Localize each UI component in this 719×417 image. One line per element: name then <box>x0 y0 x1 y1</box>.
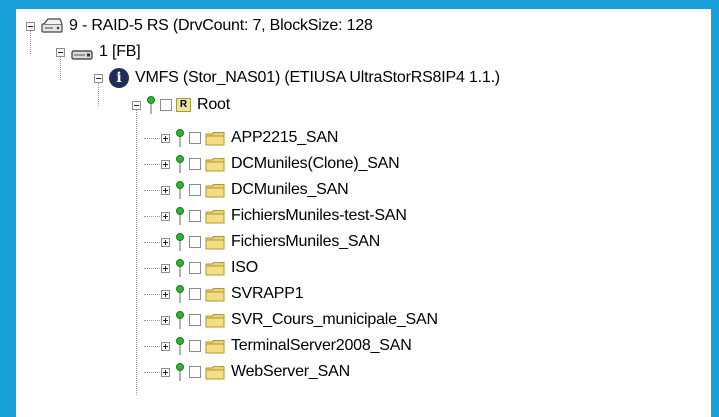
expand-toggle[interactable] <box>161 211 170 221</box>
folder-node[interactable]: SVR_Cours_municipale_SAN <box>161 307 438 333</box>
folder-icon <box>205 313 225 328</box>
folder-checkbox[interactable] <box>189 184 201 196</box>
tree-node-raid[interactable]: 9 - RAID-5 RS (DrvCount: 7, BlockSize: 1… <box>26 13 373 39</box>
folder-label: FichiersMuniles-test-SAN <box>231 207 407 224</box>
folder-node[interactable]: WebServer_SAN <box>161 359 350 385</box>
expand-toggle[interactable] <box>161 341 170 351</box>
folder-node[interactable]: DCMuniles(Clone)_SAN <box>161 151 400 177</box>
expand-toggle[interactable] <box>161 315 170 325</box>
disk-icon <box>71 47 93 60</box>
folder-label: SVR_Cours_municipale_SAN <box>231 311 438 328</box>
pin-icon <box>174 363 188 381</box>
folder-checkbox[interactable] <box>189 314 201 326</box>
folder-checkbox[interactable] <box>189 262 201 274</box>
folder-checkbox[interactable] <box>189 288 201 300</box>
expand-toggle[interactable] <box>161 237 170 247</box>
folder-node[interactable]: APP2215_SAN <box>161 125 338 151</box>
folder-label: TerminalServer2008_SAN <box>231 337 412 354</box>
pin-icon <box>145 96 159 114</box>
pin-icon <box>174 155 188 173</box>
folder-checkbox[interactable] <box>189 340 201 352</box>
disk-label: 1 [FB] <box>99 43 141 60</box>
pin-icon <box>174 259 188 277</box>
root-checkbox[interactable] <box>160 99 172 111</box>
expand-toggle[interactable] <box>161 159 170 169</box>
folder-node[interactable]: ISO <box>161 255 258 281</box>
collapse-toggle[interactable] <box>132 100 141 110</box>
pin-icon <box>174 129 188 147</box>
folder-checkbox[interactable] <box>189 158 201 170</box>
collapse-toggle[interactable] <box>94 73 103 83</box>
pin-icon <box>174 181 188 199</box>
raid-icon <box>41 18 63 34</box>
folder-label: DCMuniles_SAN <box>231 181 349 198</box>
folder-node[interactable]: FichiersMuniles_SAN <box>161 229 380 255</box>
folder-icon <box>205 235 225 250</box>
folder-checkbox[interactable] <box>189 132 201 144</box>
tree-connector <box>144 372 160 373</box>
expand-toggle[interactable] <box>161 263 170 273</box>
tree-connector <box>144 268 160 269</box>
expand-toggle[interactable] <box>161 367 170 377</box>
tree-node-vmfs[interactable]: i VMFS (Stor_NAS01) (ETIUSA UltraStorRS8… <box>94 65 500 91</box>
accent-bar-top <box>0 0 719 9</box>
folder-icon <box>205 183 225 198</box>
root-label: Root <box>197 96 230 113</box>
volume-tree: 9 - RAID-5 RS (DrvCount: 7, BlockSize: 1… <box>16 9 711 417</box>
folder-icon <box>205 365 225 380</box>
tree-connector <box>144 216 160 217</box>
folder-checkbox[interactable] <box>189 210 201 222</box>
folder-node[interactable]: TerminalServer2008_SAN <box>161 333 412 359</box>
folder-icon <box>205 209 225 224</box>
folder-checkbox[interactable] <box>189 236 201 248</box>
info-icon: i <box>109 68 129 88</box>
tree-connector <box>144 294 160 295</box>
folder-node[interactable]: DCMuniles_SAN <box>161 177 349 203</box>
pin-icon <box>174 285 188 303</box>
expand-toggle[interactable] <box>161 133 170 143</box>
pin-icon <box>174 337 188 355</box>
pin-icon <box>174 233 188 251</box>
tree-connector <box>144 242 160 243</box>
folder-icon <box>205 339 225 354</box>
folder-icon <box>205 157 225 172</box>
tree-connector <box>144 320 160 321</box>
vmfs-label: VMFS (Stor_NAS01) (ETIUSA UltraStorRS8IP… <box>135 69 500 86</box>
tree-connector <box>144 346 160 347</box>
collapse-toggle[interactable] <box>56 47 65 57</box>
expand-toggle[interactable] <box>161 289 170 299</box>
pin-icon <box>174 311 188 329</box>
folder-node[interactable]: SVRAPP1 <box>161 281 304 307</box>
tree-connector <box>144 164 160 165</box>
expand-toggle[interactable] <box>161 185 170 195</box>
tree-connector <box>144 190 160 191</box>
folder-label: FichiersMuniles_SAN <box>231 233 381 250</box>
tree-node-disk[interactable]: 1 [FB] <box>56 39 141 65</box>
tree-node-root[interactable]: R Root <box>132 92 230 118</box>
folder-icon <box>205 287 225 302</box>
folder-label: SVRAPP1 <box>231 285 304 302</box>
accent-bar-right <box>711 0 719 417</box>
collapse-toggle[interactable] <box>26 21 35 31</box>
accent-bar-left <box>0 9 16 417</box>
folder-node[interactable]: FichiersMuniles-test-SAN <box>161 203 407 229</box>
root-badge: R <box>176 98 191 112</box>
pin-icon <box>174 207 188 225</box>
folder-label: WebServer_SAN <box>231 363 350 380</box>
tree-panel: 9 - RAID-5 RS (DrvCount: 7, BlockSize: 1… <box>16 9 711 417</box>
tree-connector <box>144 138 160 139</box>
raid-label: 9 - RAID-5 RS (DrvCount: 7, BlockSize: 1… <box>69 17 373 34</box>
folder-label: DCMuniles(Clone)_SAN <box>231 155 400 172</box>
folder-label: ISO <box>231 259 258 276</box>
folder-checkbox[interactable] <box>189 366 201 378</box>
folder-icon <box>205 131 225 146</box>
tree-connector <box>136 106 137 395</box>
folder-icon <box>205 261 225 276</box>
folder-label: APP2215_SAN <box>231 129 339 146</box>
